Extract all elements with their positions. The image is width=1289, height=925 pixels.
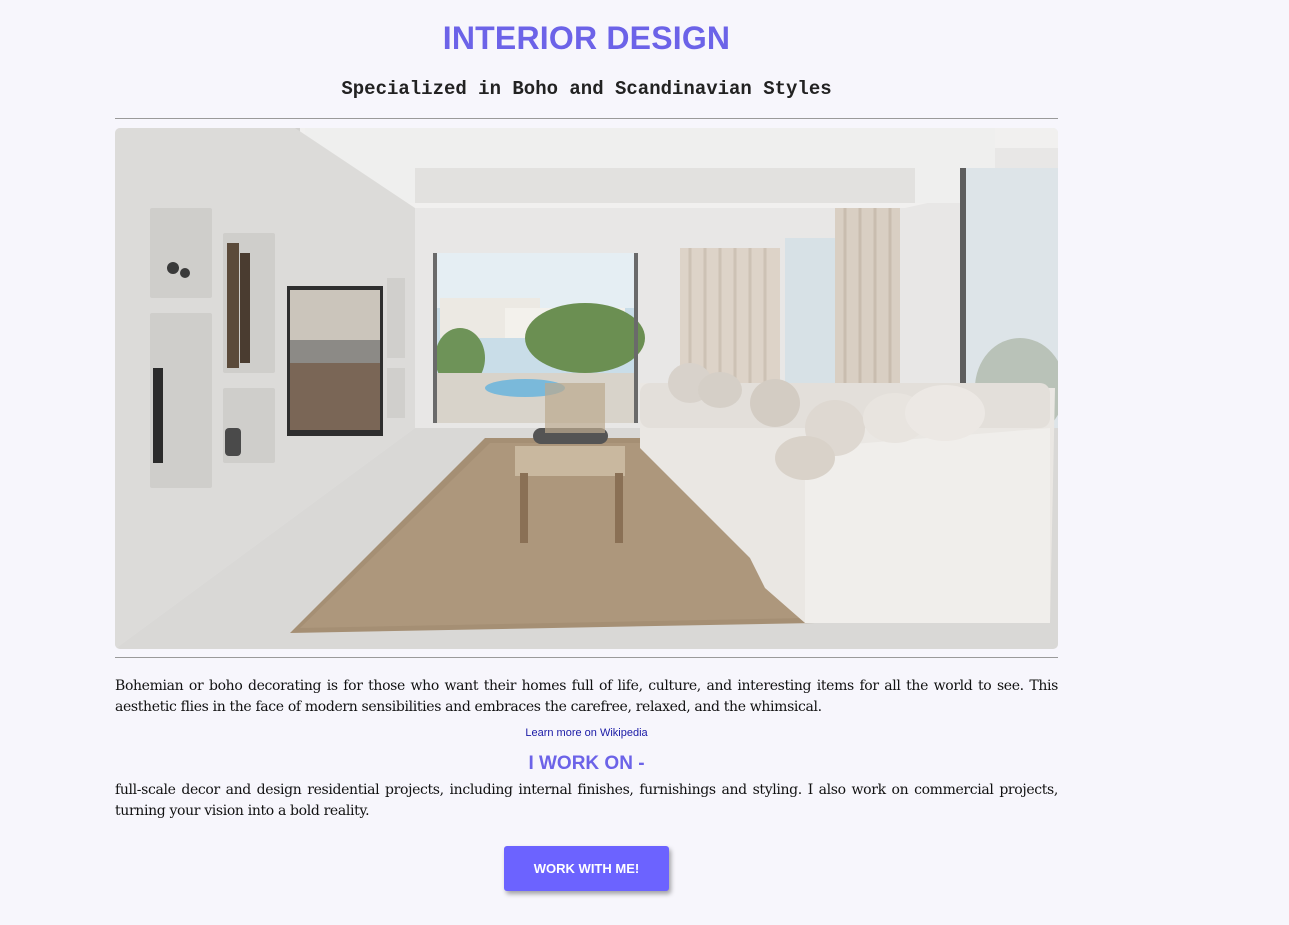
divider-top: [115, 118, 1058, 119]
page-title: INTERIOR DESIGN: [442, 20, 731, 56]
work-with-me-button[interactable]: WORK WITH ME!: [504, 846, 669, 891]
intro-paragraph: Bohemian or boho decorating is for those…: [115, 678, 1058, 715]
wikipedia-link[interactable]: Learn more on Wikipedia: [115, 727, 1058, 739]
page-content: INTERIOR DESIGN Specialized in Boho and …: [115, 0, 1058, 891]
divider-bottom: [115, 657, 1058, 658]
cta-container: WORK WITH ME!: [115, 846, 1058, 891]
hero-image: [115, 128, 1058, 649]
page-subtitle: Specialized in Boho and Scandinavian Sty…: [341, 78, 832, 100]
work-heading: I WORK ON -: [528, 753, 645, 774]
work-paragraph: full-scale decor and design residential …: [115, 782, 1058, 819]
